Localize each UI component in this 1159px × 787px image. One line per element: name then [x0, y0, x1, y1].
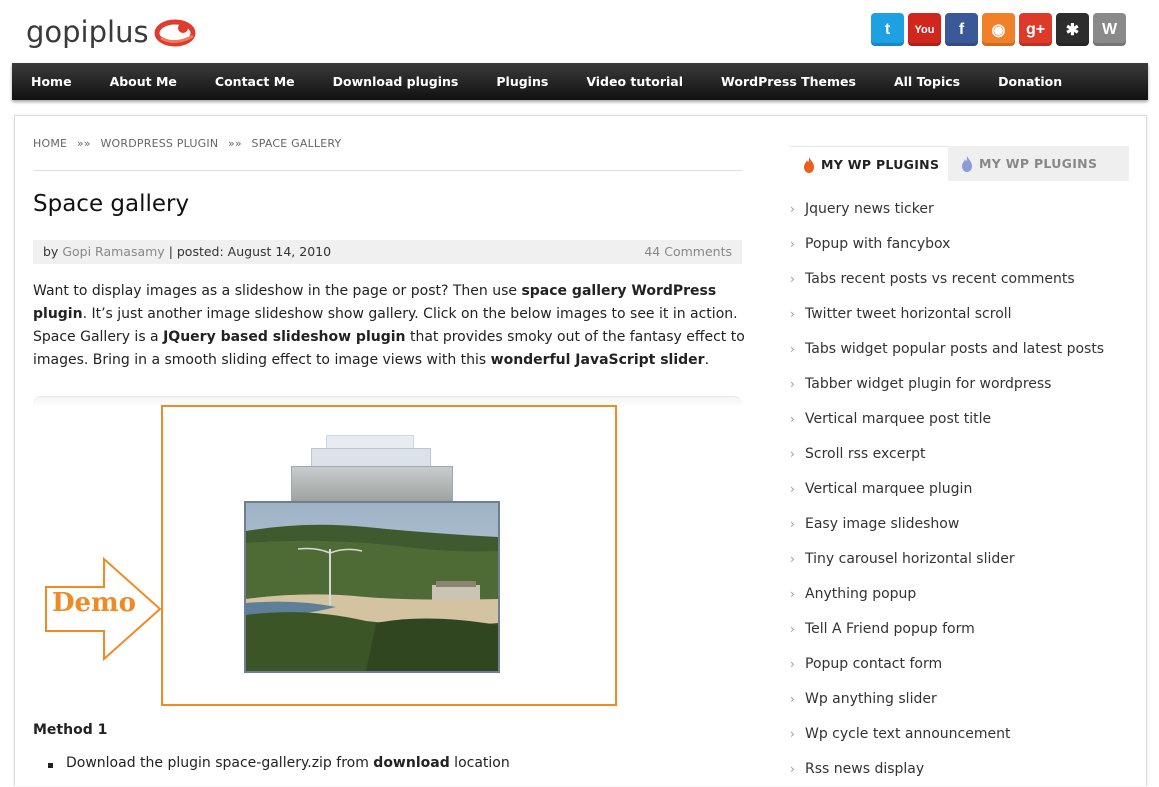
main-nav: Home About Me Contact Me Download plugin… — [12, 63, 1148, 100]
plugin-link[interactable]: Vertical marquee post title — [790, 402, 1104, 437]
breadcrumb: HOME »» WORDPRESS PLUGIN »» SPACE GALLER… — [33, 137, 341, 150]
intro-bold: wonderful JavaScript slider — [490, 352, 705, 368]
nav-all-topics[interactable]: All Topics — [875, 63, 979, 100]
plugin-link[interactable]: Tabber widget plugin for wordpress — [790, 367, 1104, 402]
plugin-link[interactable]: Easy image slideshow — [790, 507, 1104, 542]
plugin-link[interactable]: Tabs widget popular posts and latest pos… — [790, 332, 1104, 367]
wordpress-icon[interactable]: W — [1093, 13, 1126, 46]
nav-download-plugins[interactable]: Download plugins — [314, 63, 478, 100]
author-link[interactable]: Gopi Ramasamy — [62, 244, 164, 259]
tab-my-wp-plugins-active[interactable]: MY WP PLUGINS — [790, 146, 948, 182]
twitter-icon[interactable]: t — [871, 13, 904, 46]
joomla-icon[interactable]: ✱ — [1056, 13, 1089, 46]
flame-icon — [962, 155, 972, 172]
gallery-current-image[interactable] — [244, 501, 500, 673]
gallery-stack-image[interactable] — [291, 466, 453, 504]
nav-about-me[interactable]: About Me — [91, 63, 196, 100]
plugin-link[interactable]: Anything popup — [790, 577, 1104, 612]
bullet-text: Download the plugin space-gallery.zip fr… — [66, 755, 374, 771]
plugin-link[interactable]: Popup with fancybox — [790, 227, 1104, 262]
list-item: Download the plugin space-gallery.zip fr… — [48, 755, 510, 771]
plugin-link[interactable]: Wp cycle text announcement — [790, 717, 1104, 752]
plugin-link[interactable]: Jquery news ticker — [790, 192, 1104, 227]
page-title: Space gallery — [33, 191, 190, 217]
comments-link[interactable]: 44 Comments — [644, 240, 732, 264]
plugin-link[interactable]: Rss news display — [790, 752, 1104, 787]
flame-icon — [804, 156, 814, 173]
nav-plugins[interactable]: Plugins — [477, 63, 567, 100]
breadcrumb-home[interactable]: HOME — [33, 137, 67, 150]
nav-wordpress-themes[interactable]: WordPress Themes — [702, 63, 875, 100]
post-meta: by Gopi Ramasamy | posted: August 14, 20… — [33, 240, 742, 264]
plugin-list: Jquery news tickerPopup with fancyboxTab… — [790, 192, 1104, 787]
logo-swirl-icon — [154, 19, 196, 47]
tab-label: MY WP PLUGINS — [821, 157, 940, 172]
nav-video-tutorial[interactable]: Video tutorial — [567, 63, 702, 100]
demo-label: Demo — [52, 588, 136, 618]
social-icons: t You f ◉ g+ ✱ W — [871, 13, 1126, 46]
plugin-link[interactable]: Tell A Friend popup form — [790, 612, 1104, 647]
youtube-icon[interactable]: You — [908, 13, 941, 46]
intro-text: . — [704, 352, 710, 368]
breadcrumb-current: SPACE GALLERY — [251, 137, 342, 150]
plugin-link[interactable]: Tiny carousel horizontal slider — [790, 542, 1104, 577]
logo-text: gopiplus — [26, 15, 149, 49]
post-date: | posted: August 14, 2010 — [168, 244, 332, 259]
bullet-text: location — [449, 755, 510, 771]
meta-by: by — [43, 244, 59, 259]
nav-contact-me[interactable]: Contact Me — [196, 63, 314, 100]
intro-bold: JQuery based slideshow plugin — [163, 329, 406, 345]
plugin-link[interactable]: Twitter tweet horizontal scroll — [790, 297, 1104, 332]
rss-icon[interactable]: ◉ — [982, 13, 1015, 46]
nav-donation[interactable]: Donation — [979, 63, 1081, 100]
breadcrumb-category[interactable]: WORDPRESS PLUGIN — [100, 137, 218, 150]
breadcrumb-separator: »» — [76, 137, 91, 150]
plugin-link[interactable]: Wp anything slider — [790, 682, 1104, 717]
divider — [33, 170, 742, 171]
sidebar-tabs: MY WP PLUGINS MY WP PLUGINS — [790, 146, 1129, 182]
intro-text: Want to display images as a slideshow in… — [33, 283, 522, 299]
plugin-link[interactable]: Popup contact form — [790, 647, 1104, 682]
plugin-link[interactable]: Scroll rss excerpt — [790, 437, 1104, 472]
post-intro: Want to display images as a slideshow in… — [33, 280, 745, 372]
site-logo[interactable]: gopiplus — [26, 14, 197, 50]
plugin-link[interactable]: Tabs recent posts vs recent comments — [790, 262, 1104, 297]
method-heading: Method 1 — [33, 722, 108, 738]
download-link[interactable]: download — [373, 755, 449, 771]
google-plus-icon[interactable]: g+ — [1019, 13, 1052, 46]
plugin-link[interactable]: Vertical marquee plugin — [790, 472, 1104, 507]
coast-photo — [246, 503, 498, 671]
facebook-icon[interactable]: f — [945, 13, 978, 46]
tab-label: MY WP PLUGINS — [979, 156, 1098, 171]
breadcrumb-separator: »» — [227, 137, 242, 150]
nav-home[interactable]: Home — [12, 63, 91, 100]
post-byline: by Gopi Ramasamy | posted: August 14, 20… — [43, 240, 331, 264]
tab-my-wp-plugins[interactable]: MY WP PLUGINS — [948, 146, 1129, 181]
